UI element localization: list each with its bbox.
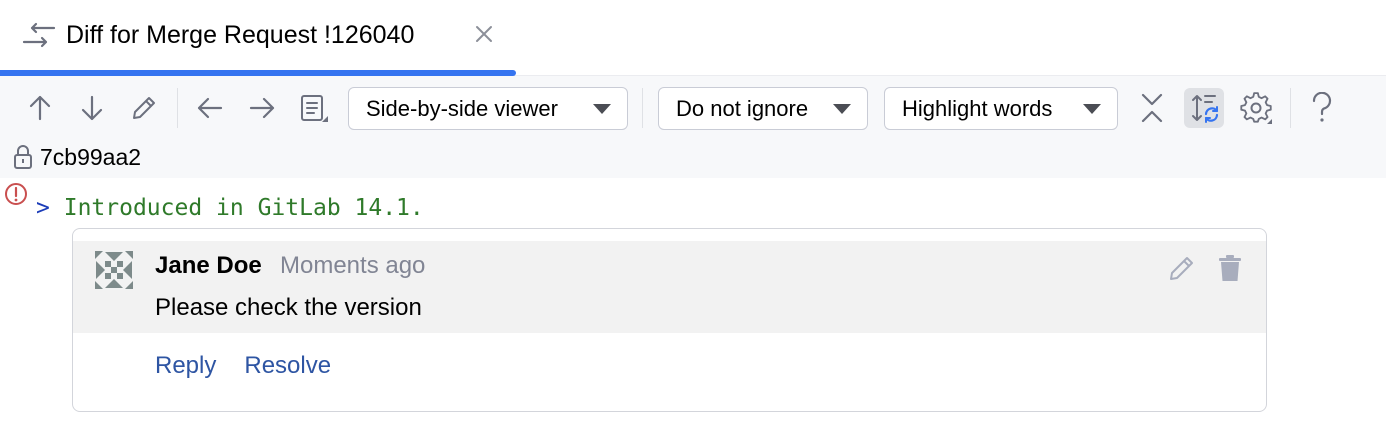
help-button[interactable] xyxy=(1302,88,1342,128)
question-icon xyxy=(1312,92,1332,122)
comment-author: Jane Doe xyxy=(155,252,262,279)
toolbar-separator xyxy=(177,88,178,128)
diff-icon xyxy=(22,22,56,48)
diff-toolbar: Side-by-side viewer Do not ignore Highli… xyxy=(0,76,1386,178)
tab-title: Diff for Merge Request !126040 xyxy=(66,21,415,49)
editor-tab-bar: Diff for Merge Request !126040 xyxy=(0,0,1386,76)
document-list-icon xyxy=(301,95,328,122)
trash-icon[interactable] xyxy=(1216,253,1244,283)
edit-comment-icon[interactable] xyxy=(1167,253,1197,283)
viewer-select[interactable]: Side-by-side viewer xyxy=(348,87,628,130)
resolve-link[interactable]: Resolve xyxy=(244,351,331,381)
toolbar-separator xyxy=(642,88,643,128)
sync-scroll-icon xyxy=(1192,95,1219,123)
collapse-unchanged-button[interactable] xyxy=(1132,88,1172,128)
chevron-down-icon xyxy=(833,104,851,114)
revision-hash: 7cb99aa2 xyxy=(40,143,142,170)
viewer-select-value: Side-by-side viewer xyxy=(366,95,558,121)
arrow-down-icon xyxy=(81,95,103,121)
comment-text: Please check the version xyxy=(155,294,422,321)
next-file-button[interactable] xyxy=(242,88,282,128)
chevron-down-icon xyxy=(1083,104,1101,114)
lock-icon xyxy=(14,145,32,169)
blockquote-marker: > xyxy=(36,195,50,221)
highlight-select-value: Highlight words xyxy=(902,95,1053,121)
comment-actions: Reply Resolve xyxy=(155,351,331,381)
chevron-down-icon xyxy=(593,104,611,114)
error-icon[interactable] xyxy=(4,182,28,206)
revision-label: 7cb99aa2 xyxy=(12,142,141,172)
toolbar-separator xyxy=(1290,88,1291,128)
ignore-whitespace-select[interactable]: Do not ignore xyxy=(658,87,868,130)
arrow-left-icon xyxy=(197,97,223,119)
review-comment-thread: Jane Doe Moments ago Please check the ve… xyxy=(72,228,1267,412)
tab-diff-merge-request[interactable]: Diff for Merge Request !126040 xyxy=(0,0,516,76)
previous-file-button[interactable] xyxy=(190,88,230,128)
code-line-text: Introduced in GitLab 14.1. xyxy=(63,195,424,221)
ignore-select-value: Do not ignore xyxy=(676,95,809,121)
code-line[interactable]: > Introduced in GitLab 14.1. xyxy=(36,193,424,223)
file-list-button[interactable] xyxy=(294,88,334,128)
arrow-right-icon xyxy=(249,97,275,119)
sync-scroll-button[interactable] xyxy=(1184,88,1224,128)
comment-time: Moments ago xyxy=(280,252,426,279)
collapse-icon xyxy=(1141,93,1163,123)
previous-difference-button[interactable] xyxy=(20,88,60,128)
edit-source-button[interactable] xyxy=(124,88,164,128)
gear-icon xyxy=(1240,92,1272,124)
diff-editor[interactable]: > Introduced in GitLab 14.1. Jane Doe Mo… xyxy=(0,178,1386,442)
close-icon[interactable] xyxy=(474,24,494,44)
pencil-icon xyxy=(133,97,155,119)
reply-link[interactable]: Reply xyxy=(155,351,216,381)
highlight-mode-select[interactable]: Highlight words xyxy=(884,87,1118,130)
comment: Jane Doe Moments ago Please check the ve… xyxy=(73,241,1266,333)
settings-button[interactable] xyxy=(1236,88,1276,128)
next-difference-button[interactable] xyxy=(72,88,112,128)
arrow-up-icon xyxy=(29,95,51,121)
avatar xyxy=(95,251,133,289)
